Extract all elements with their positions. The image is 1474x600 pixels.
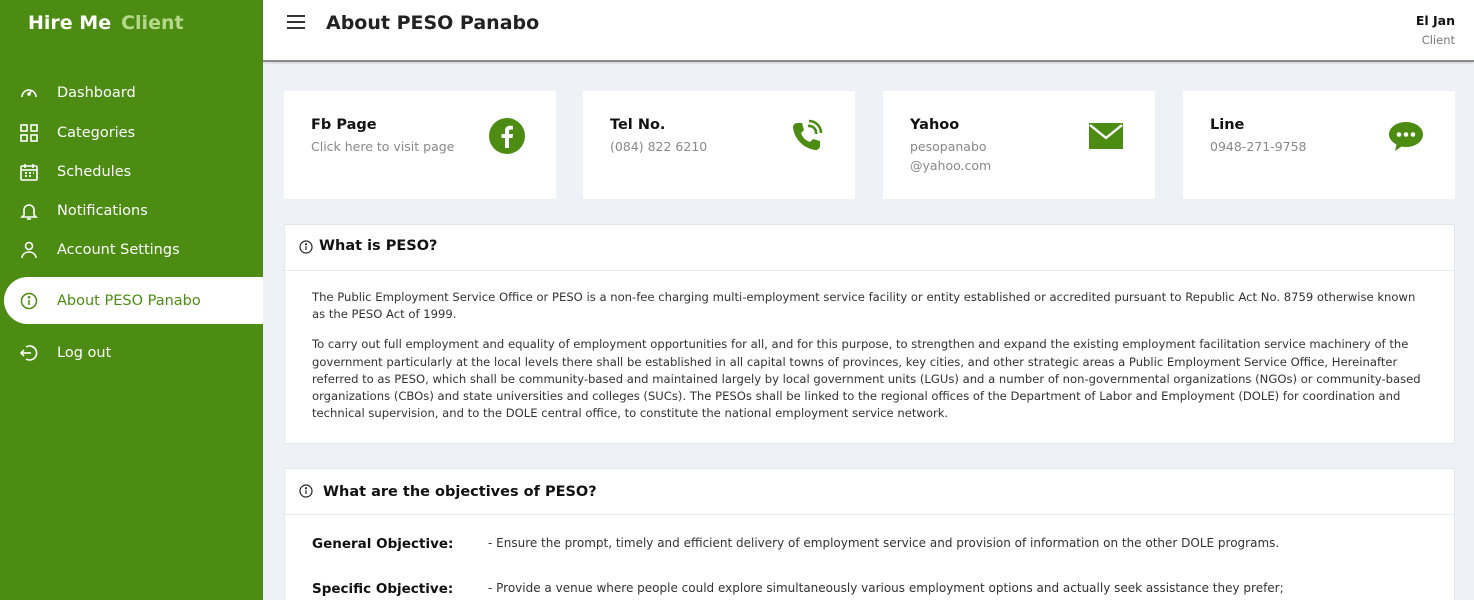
panel-header: What are the objectives of PESO? bbox=[285, 469, 1454, 515]
calendar-icon bbox=[20, 164, 38, 181]
contact-value: (084) 822 6210 bbox=[610, 139, 708, 154]
specific-objective-text: - Provide a venue where people could exp… bbox=[488, 581, 1284, 595]
paragraph: To carry out full employment and equalit… bbox=[312, 337, 1421, 421]
panel-header: What is PESO? bbox=[285, 225, 1454, 271]
what-is-peso-panel: What is PESO? The Public Employment Serv… bbox=[284, 224, 1455, 444]
info-icon bbox=[299, 484, 313, 498]
panel-title: What are the objectives of PESO? bbox=[323, 484, 597, 500]
sidebar-item-label: Categories bbox=[57, 125, 136, 141]
contact-title: Fb Page bbox=[311, 117, 377, 133]
info-icon bbox=[299, 240, 313, 254]
sidebar-item-label: About PESO Panabo bbox=[57, 292, 201, 309]
contact-card-facebook[interactable]: Fb Page Click here to visit page bbox=[284, 91, 556, 199]
contact-title: Line bbox=[1210, 117, 1245, 133]
specific-objective-label: Specific Objective: bbox=[312, 581, 454, 597]
user-icon bbox=[21, 241, 37, 259]
contact-value[interactable]: Click here to visit page bbox=[311, 137, 454, 156]
panel-title: What is PESO? bbox=[319, 238, 438, 254]
brand-primary: Hire Me bbox=[28, 12, 112, 34]
logout-icon bbox=[19, 345, 38, 361]
sidebar-item-account-settings[interactable]: Account Settings bbox=[0, 230, 263, 270]
bell-icon bbox=[20, 204, 38, 220]
sidebar-item-log-out[interactable]: Log out bbox=[0, 333, 263, 373]
brand-secondary: Client bbox=[121, 12, 184, 34]
phone-icon bbox=[793, 119, 823, 150]
sidebar-item-notifications[interactable]: Notifications bbox=[0, 191, 263, 231]
info-icon bbox=[20, 292, 38, 309]
sidebar: Hire Me Client Dashboard Categories Sched… bbox=[0, 0, 263, 600]
contact-value-line2: @yahoo.com bbox=[910, 158, 992, 173]
paragraph: The Public Employment Service Office or … bbox=[312, 290, 1416, 322]
chat-icon bbox=[1389, 122, 1423, 151]
contact-value: pesopanabo @yahoo.com bbox=[910, 137, 991, 175]
panel-body: The Public Employment Service Office or … bbox=[285, 271, 1454, 422]
contact-value: 0948-271-9758 bbox=[1210, 139, 1307, 154]
sidebar-item-label: Schedules bbox=[57, 164, 132, 180]
objectives-panel: What are the objectives of PESO? General… bbox=[284, 468, 1455, 600]
sidebar-item-schedules[interactable]: Schedules bbox=[0, 152, 263, 192]
sidebar-item-categories[interactable]: Categories bbox=[0, 113, 263, 153]
sidebar-item-dashboard[interactable]: Dashboard bbox=[0, 73, 263, 113]
facebook-icon[interactable] bbox=[488, 117, 526, 155]
contact-card-telephone: Tel No. (084) 822 6210 bbox=[583, 91, 855, 199]
mail-icon bbox=[1089, 123, 1123, 149]
contact-card-yahoo: Yahoo pesopanabo @yahoo.com bbox=[883, 91, 1155, 199]
gauge-icon bbox=[21, 89, 37, 98]
contact-card-line: Line 0948-271-9758 bbox=[1183, 91, 1455, 199]
grid-icon bbox=[20, 124, 38, 142]
sidebar-item-label: Dashboard bbox=[57, 85, 136, 101]
general-objective-text: - Ensure the prompt, timely and efficien… bbox=[488, 536, 1280, 550]
sidebar-item-label: Log out bbox=[57, 345, 112, 361]
contact-title: Tel No. bbox=[610, 117, 666, 133]
user-name[interactable]: El Jan bbox=[1416, 13, 1455, 28]
sidebar-item-label: Account Settings bbox=[57, 242, 180, 258]
contact-value-line1: pesopanabo bbox=[910, 139, 987, 154]
brand-logo[interactable]: Hire Me Client bbox=[28, 12, 184, 34]
page-title: About PESO Panabo bbox=[326, 12, 540, 34]
contact-title: Yahoo bbox=[910, 117, 960, 133]
general-objective-label: General Objective: bbox=[312, 536, 454, 552]
user-role: Client bbox=[1421, 33, 1455, 47]
sidebar-item-label: Notifications bbox=[57, 203, 148, 219]
sidebar-item-about-peso-panabo[interactable]: About PESO Panabo bbox=[4, 277, 263, 324]
menu-toggle-icon[interactable] bbox=[287, 15, 305, 31]
top-header: About PESO Panabo El Jan Client bbox=[263, 0, 1474, 62]
